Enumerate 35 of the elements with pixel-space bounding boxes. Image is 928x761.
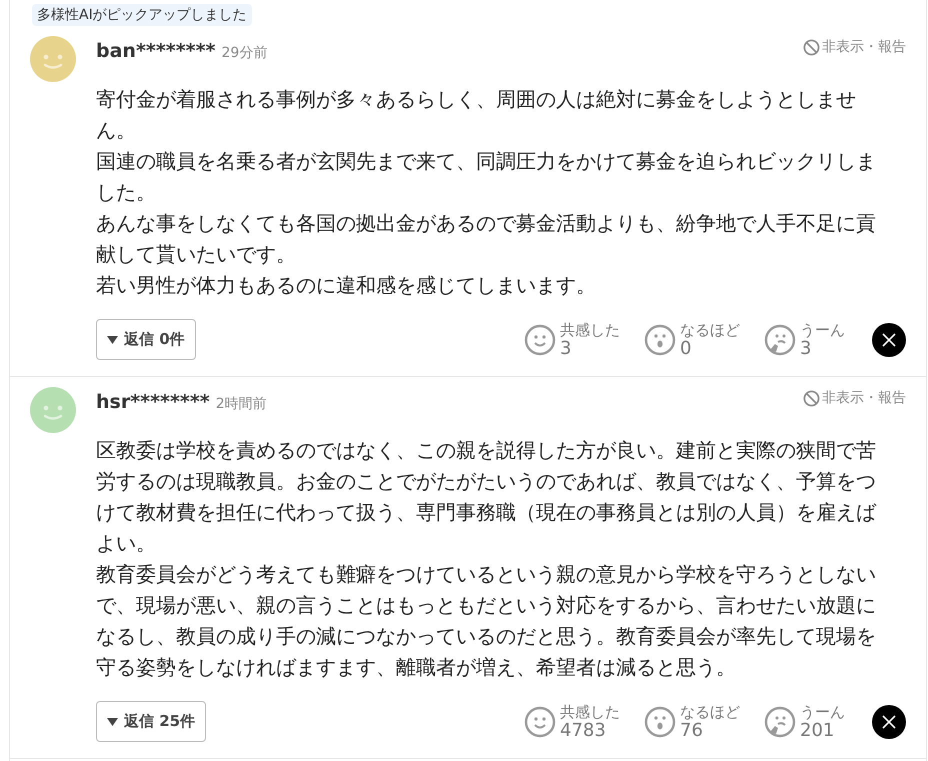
replies-button[interactable]: 返信 0件 [96, 319, 196, 360]
comment-text: 寄付金が着服される事例が多々あるらしく、周囲の人は絶対に募金をしようとしません。 [96, 86, 857, 144]
reaction-button[interactable]: なるほど 76 [644, 702, 752, 740]
hide-report-link[interactable]: 非表示・報告 [803, 38, 906, 56]
caret-icon [107, 336, 118, 344]
post-time: 29分前 [221, 44, 268, 62]
block-icon [803, 38, 820, 56]
comment-text: 国連の職員を名乗る者が玄関先まで来て、同調圧力をかけて募金を迫られビックリしました。 [96, 148, 877, 206]
thinking-face-icon [764, 324, 796, 356]
smile-face-icon [524, 324, 556, 356]
reaction-button[interactable]: うーん 3 [764, 320, 872, 358]
comment-text: あんな事をしなくても各国の拠出金があるので募金活動よりも、紛争地で人手不足に貢献して貰いたいです。 [96, 210, 877, 268]
comment-text: 教育委員会がどう考えても難癖をつけているという親の意見から学校を守ろうとしないで、現場が悪い、親の言うことはもっともだという対応をするから、言わせたい放題になるし、教員の成り手の減につなかっているのだと思う。教育委員会が率先して現場を守る姿勢をしなければますます、離職者が増え、希望者は減ると思う。 [96, 561, 877, 681]
surprised-face-icon [644, 324, 676, 356]
smile-face-icon [524, 706, 556, 738]
x-share-button[interactable] [872, 704, 906, 738]
surprised-face-icon [644, 706, 676, 738]
comment-text: 区教委は学校を責めるのではなく、この親を説得した方が良い。建前と実際の狭間で苦労するのは現職教員。お金のことでがたがたいうのであれば、教員ではなく、予算をつけて教材費を担任に代わって扱う、専門事務職（現在の事務員とは別の人員）を雇えばよい。 [96, 437, 878, 557]
x-logo-icon [882, 714, 896, 728]
thinking-face-icon [764, 706, 796, 738]
block-icon [803, 390, 820, 406]
username[interactable]: hsr******** [96, 391, 210, 413]
caret-icon [107, 718, 118, 726]
hide-report-link[interactable]: 非表示・報告 [803, 389, 906, 407]
reaction-button[interactable]: なるほど 0 [644, 320, 752, 358]
comment-text: 若い男性が体力もあるのに違和感を感じてしまいます。 [96, 272, 597, 299]
x-logo-icon [882, 332, 896, 346]
x-share-button[interactable] [872, 322, 906, 356]
post-time: 2時間前 [216, 395, 267, 413]
reaction-button[interactable]: 共感した 4783 [524, 702, 632, 740]
pickup-badge: 多様性AIがピックアップしました [32, 4, 252, 26]
replies-button[interactable]: 返信 25件 [96, 701, 206, 742]
reaction-button[interactable]: うーん 201 [764, 702, 872, 740]
username[interactable]: ban******** [96, 40, 216, 62]
reaction-button[interactable]: 共感した 3 [524, 320, 632, 358]
